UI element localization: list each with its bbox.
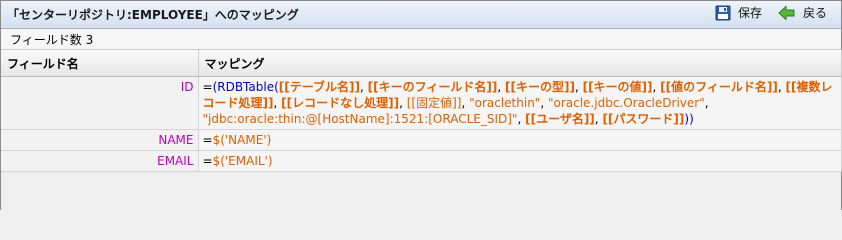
expression-token: , (497, 80, 505, 94)
expression-token: , (517, 112, 526, 126)
mapping-expression-cell[interactable]: =(RDBTable([[テーブル名]], [[キーのフィールド名]], [[キ… (198, 76, 842, 130)
expression-token: [[固定値]] (406, 96, 462, 110)
expression-token: , (461, 96, 470, 110)
expression-token: , (273, 96, 282, 110)
field-name-cell[interactable]: ID (1, 76, 199, 130)
expression-token: $('NAME') (212, 133, 272, 147)
table-row[interactable]: EMAIL =$('EMAIL') (1, 150, 842, 172)
expression-token: [[キーの型]] (504, 80, 575, 94)
column-header-field-name: フィールド名 (1, 50, 199, 77)
expression-token: , (540, 96, 548, 110)
save-label: 保存 (737, 6, 762, 20)
expression-token: [[パスワード]] (602, 112, 685, 126)
empty-area (1, 172, 841, 217)
expression-token: [[キーの値]] (582, 80, 653, 94)
mapping-table: フィールド名 マッピング ID =(RDBTable([[テーブル名]], [[キ… (1, 50, 842, 172)
expression-token: [[テーブル名]] (278, 80, 360, 94)
table-row[interactable]: ID =(RDBTable([[テーブル名]], [[キーのフィールド名]], [… (1, 76, 842, 130)
table-row[interactable]: NAME =$('NAME') (1, 129, 842, 151)
expression-token: )) (684, 112, 694, 126)
expression-token: , (574, 80, 583, 94)
expression-token: "jdbc:oracle:thin:@[HostName]:1521:[ORAC… (202, 112, 518, 126)
expression-token: [[値のフィールド名]] (660, 80, 778, 94)
back-label: 戻る (802, 6, 827, 20)
expression-token: = (202, 154, 213, 168)
expression-token: = (202, 80, 213, 94)
save-button[interactable]: 保存 (715, 4, 762, 21)
column-header-mapping: マッピング (198, 50, 842, 77)
back-button[interactable]: 戻る (778, 4, 827, 21)
mapping-expression-cell[interactable]: =$('EMAIL') (198, 150, 842, 172)
field-name-cell[interactable]: NAME (1, 129, 199, 151)
title-bar: 「センターリポジトリ:EMPLOYEE」へのマッピング 保存 戻る (1, 1, 841, 29)
expression-token: , (704, 96, 709, 110)
expression-token: , (360, 80, 368, 94)
mapping-window: 「センターリポジトリ:EMPLOYEE」へのマッピング 保存 戻る フィールド数… (0, 0, 842, 217)
expression-token: [[レコードなし処理]] (281, 96, 400, 110)
field-count-bar: フィールド数 3 (1, 29, 841, 50)
expression-token: (RDBTable( (212, 80, 279, 94)
expression-token: [[ユーザ名]] (525, 112, 595, 126)
expression-token: [[キーのフィールド名]] (367, 80, 498, 94)
expression-token: = (202, 133, 213, 147)
expression-token: "oracle.jdbc.OracleDriver" (547, 96, 705, 110)
field-count: フィールド数 3 (10, 32, 94, 47)
field-name-cell[interactable]: EMAIL (1, 150, 199, 172)
expression-token: $('EMAIL') (212, 154, 273, 168)
expression-token: , (777, 80, 786, 94)
toolbar: 保存 戻る (715, 4, 827, 21)
page-title: 「センターリポジトリ:EMPLOYEE」へのマッピング (7, 8, 299, 22)
floppy-disk-icon (715, 5, 731, 21)
expression-token: "oraclethin" (469, 96, 541, 110)
back-arrow-icon (778, 4, 796, 21)
expression-token: , (399, 96, 407, 110)
table-header-row: フィールド名 マッピング (1, 50, 842, 77)
mapping-expression-cell[interactable]: =$('NAME') (198, 129, 842, 151)
